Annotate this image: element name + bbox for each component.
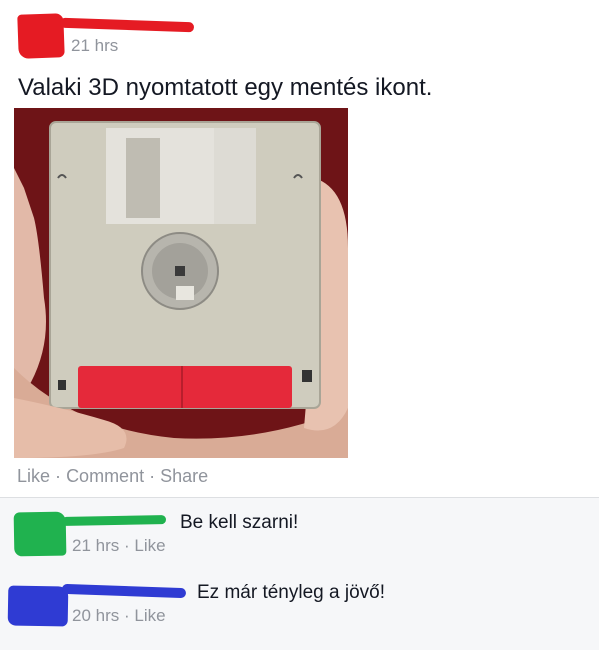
post-timestamp[interactable]: 21 hrs [71, 36, 118, 56]
floppy-disk-photo [14, 108, 348, 458]
share-link[interactable]: Share [160, 466, 208, 486]
author-name-redacted[interactable] [59, 17, 195, 33]
comment-text: Be kell szarni! [180, 512, 299, 533]
post-card: 21 hrs Valaki 3D nyomtatott egy mentés i… [0, 0, 599, 500]
comments-section: Be kell szarni! 21 hrs · Like Ez már tén… [0, 498, 599, 650]
separator: · [123, 606, 130, 625]
author-avatar-redacted[interactable] [17, 13, 65, 59]
comment-meta: 21 hrs · Like [72, 536, 166, 556]
commenter-avatar-redacted[interactable] [7, 585, 69, 627]
comment-timestamp[interactable]: 20 hrs [72, 606, 119, 625]
post-actions: Like · Comment · Share [17, 466, 208, 487]
comment-like-link[interactable]: Like [134, 606, 165, 625]
separator: · [55, 466, 62, 486]
comment-meta: 20 hrs · Like [72, 606, 166, 626]
like-link[interactable]: Like [17, 466, 50, 486]
separator: · [149, 466, 156, 486]
commenter-name-redacted[interactable] [61, 515, 167, 526]
comment-timestamp[interactable]: 21 hrs [72, 536, 119, 555]
comment-text: Ez már tényleg a jövő! [197, 582, 385, 603]
commenter-name-redacted[interactable] [61, 583, 187, 599]
comment-link[interactable]: Comment [66, 466, 144, 486]
comment-like-link[interactable]: Like [134, 536, 165, 555]
post-text: Valaki 3D nyomtatott egy mentés ikont. [18, 74, 433, 101]
separator: · [123, 536, 130, 555]
commenter-avatar-redacted[interactable] [13, 511, 67, 557]
post-photo[interactable] [14, 108, 348, 458]
